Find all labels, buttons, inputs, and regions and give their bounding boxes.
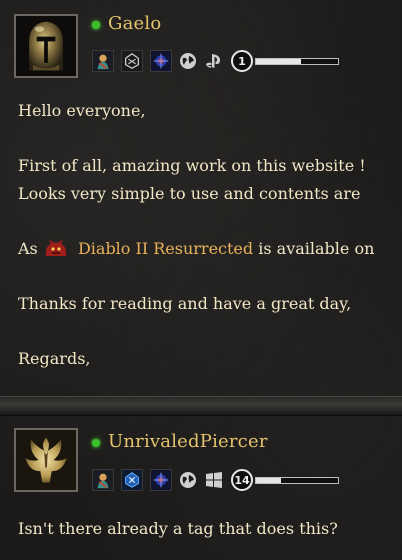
post-line: Hello everyone, — [18, 101, 146, 120]
diablo-game-icon — [43, 238, 69, 258]
user-badges: 1 — [92, 50, 339, 72]
phoenix-avatar-icon — [16, 430, 76, 490]
online-status-icon — [92, 439, 100, 447]
rune-badge-icon[interactable] — [150, 469, 172, 491]
level-indicator: 14 — [231, 469, 339, 491]
helmet-avatar-icon — [16, 16, 76, 76]
game-link-d2r[interactable]: Diablo II Resurrected — [78, 239, 253, 258]
diablo-emblem-badge-icon[interactable] — [121, 50, 143, 72]
username[interactable]: Gaelo — [108, 13, 161, 34]
post-line: First of all, amazing work on this websi… — [18, 156, 366, 175]
diablo-emblem-badge-icon[interactable] — [121, 469, 143, 491]
post-line: Regards, — [18, 349, 91, 368]
post-divider — [0, 396, 402, 416]
level-number: 14 — [231, 469, 253, 491]
character-badge-icon[interactable] — [92, 50, 114, 72]
username[interactable]: UnrivaledPiercer — [108, 431, 268, 452]
post-line: Looks very simple to use and contents ar… — [18, 184, 361, 203]
character-badge-icon[interactable] — [92, 469, 114, 491]
windows-icon — [205, 471, 223, 489]
level-progress-fill — [256, 477, 281, 483]
online-status-icon — [92, 21, 100, 29]
post-line: As Diablo II Resurrected is available on — [18, 235, 402, 263]
post-gaelo: Gaelo 1 Hello everyone, First of all, am… — [0, 0, 402, 396]
level-indicator: 1 — [231, 50, 339, 72]
globe-icon — [179, 471, 197, 489]
post-body: Hello everyone, First of all, amazing wo… — [18, 97, 402, 373]
avatar-gaelo[interactable] — [14, 14, 78, 78]
rune-badge-icon[interactable] — [150, 50, 172, 72]
level-progress-bar — [255, 57, 339, 65]
playstation-icon — [205, 52, 223, 70]
level-progress-fill — [256, 58, 302, 64]
post-text: As — [18, 239, 38, 258]
level-number: 1 — [231, 50, 253, 72]
post-line: Isn't there already a tag that does this… — [18, 519, 338, 538]
user-badges: 14 — [92, 469, 339, 491]
post-unrivaledpiercer: UnrivaledPiercer 14 Isn't there already … — [0, 414, 402, 560]
post-text: is available on — [258, 239, 375, 258]
globe-icon — [179, 52, 197, 70]
post-line: Thanks for reading and have a great day, — [18, 294, 352, 313]
level-progress-bar — [255, 476, 339, 484]
avatar-unrivaledpiercer[interactable] — [14, 428, 78, 492]
post-body: Isn't there already a tag that does this… — [18, 515, 402, 543]
